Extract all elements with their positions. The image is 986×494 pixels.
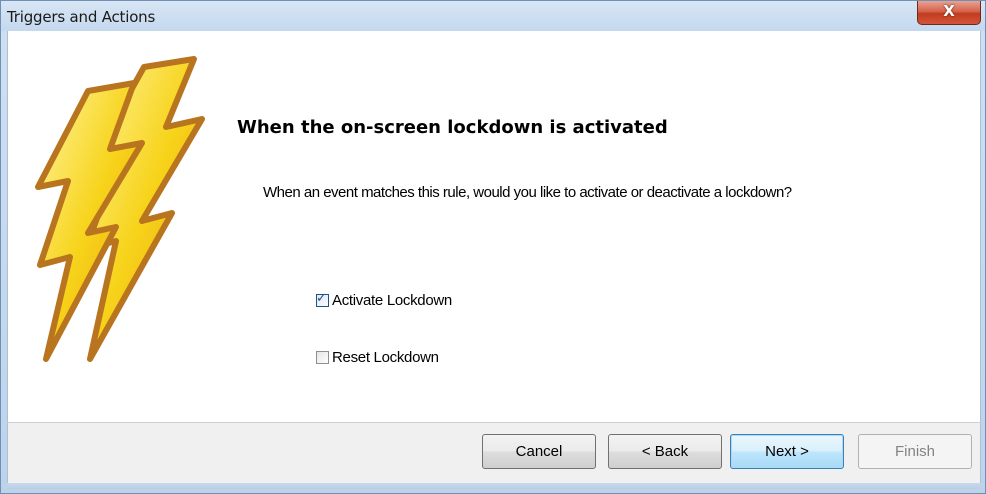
page-description: When an event matches this rule, would y…	[263, 184, 792, 201]
window-title: Triggers and Actions	[7, 8, 156, 26]
cancel-button[interactable]: Cancel	[482, 434, 596, 469]
finish-button[interactable]: Finish	[858, 434, 972, 469]
lightning-bolts-icon	[35, 56, 205, 362]
checkmark-icon: ✓	[316, 290, 327, 306]
window-bottom-border	[7, 483, 981, 489]
reset-lockdown-option[interactable]: Reset Lockdown	[316, 347, 439, 367]
page-heading: When the on-screen lockdown is activated	[237, 117, 668, 138]
next-button[interactable]: Next >	[730, 434, 844, 469]
activate-lockdown-option[interactable]: ✓ Activate Lockdown	[316, 290, 452, 310]
title-bar[interactable]: Triggers and Actions X	[1, 1, 985, 31]
back-button[interactable]: < Back	[608, 434, 722, 469]
reset-lockdown-label[interactable]: Reset Lockdown	[332, 349, 439, 366]
wizard-dialog: Triggers and Actions X When the on-scree…	[0, 0, 986, 494]
activate-lockdown-label[interactable]: Activate Lockdown	[332, 292, 452, 309]
close-icon: X	[943, 2, 955, 20]
activate-lockdown-checkbox[interactable]: ✓	[316, 290, 329, 307]
reset-lockdown-checkbox[interactable]	[316, 350, 329, 364]
close-button[interactable]: X	[917, 1, 981, 25]
